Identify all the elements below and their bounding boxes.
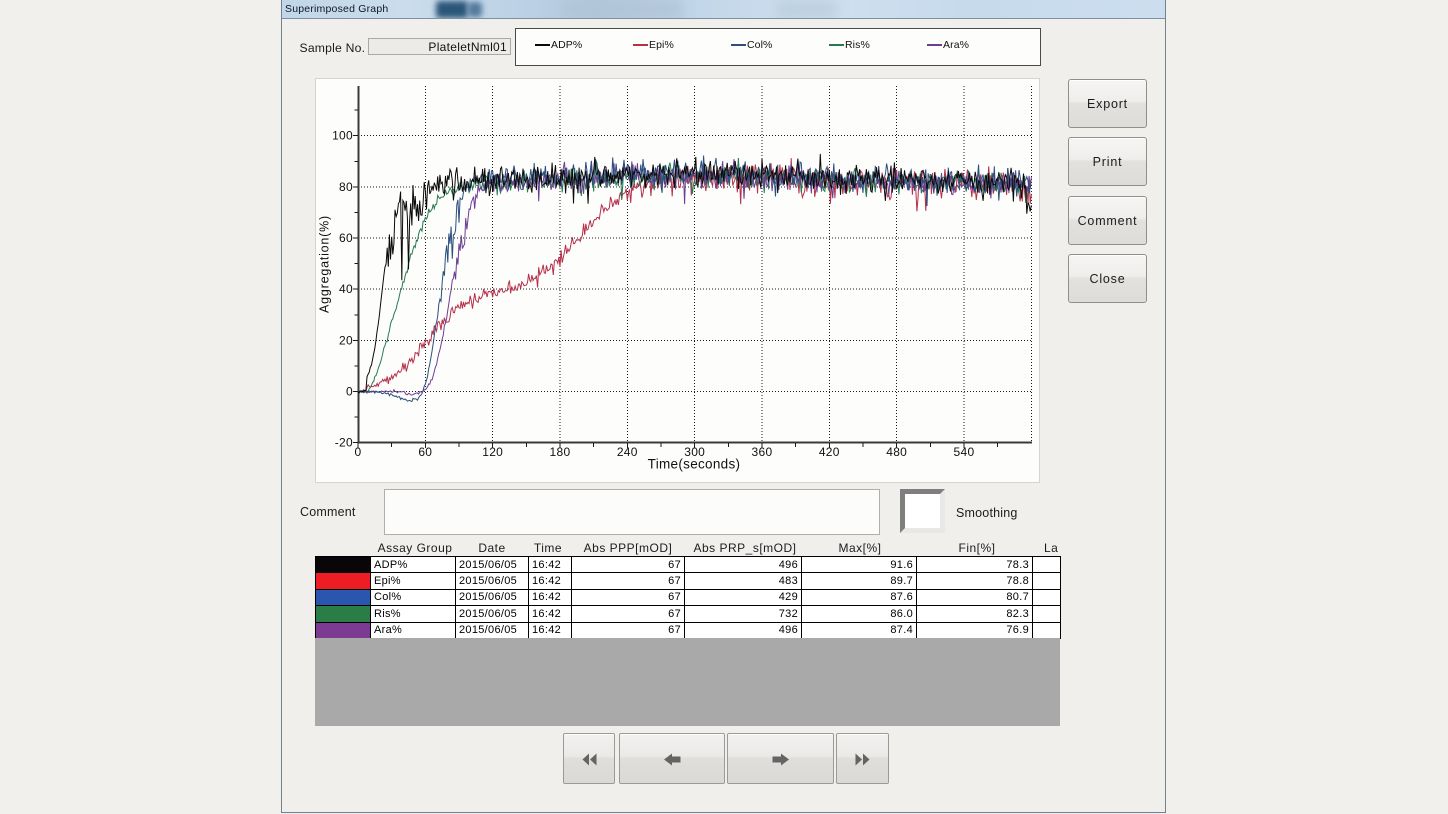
svg-text:Aggregation(%): Aggregation(%)	[318, 215, 332, 313]
svg-text:480: 480	[886, 445, 907, 459]
svg-text:0: 0	[355, 445, 362, 459]
svg-text:60: 60	[418, 445, 432, 459]
svg-text:100: 100	[332, 129, 353, 143]
svg-text:540: 540	[954, 445, 975, 459]
svg-text:40: 40	[339, 282, 353, 296]
svg-text:60: 60	[339, 231, 353, 245]
svg-text:0: 0	[346, 385, 353, 399]
svg-text:360: 360	[752, 445, 773, 459]
svg-text:-20: -20	[335, 436, 353, 450]
svg-text:240: 240	[617, 445, 638, 459]
svg-text:80: 80	[339, 180, 353, 194]
svg-text:420: 420	[819, 445, 840, 459]
svg-text:180: 180	[550, 445, 571, 459]
svg-text:Time(seconds): Time(seconds)	[648, 457, 741, 472]
svg-text:120: 120	[482, 445, 503, 459]
svg-text:20: 20	[339, 333, 353, 347]
